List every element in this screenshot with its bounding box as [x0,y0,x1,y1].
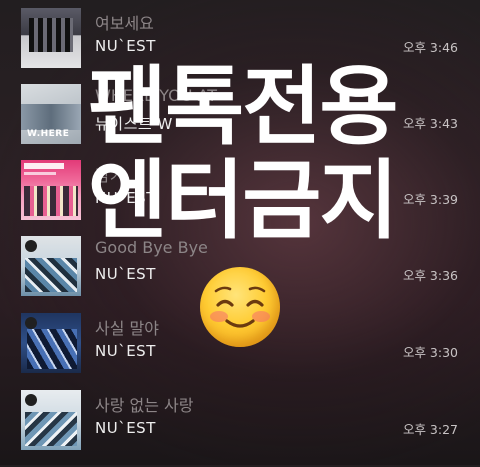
song-row[interactable]: Good Bye Bye NU`EST 오후 3:36 [0,236,480,313]
album-cover [21,390,81,450]
song-time: 오후 3:27 [402,422,458,437]
song-row[interactable]: 여보세요 NU`EST 오후 3:46 [0,8,480,85]
logo-icon [25,394,37,406]
song-time: 오후 3:46 [402,40,458,55]
song-artist: NU`EST [95,189,156,207]
logo-icon [25,317,37,329]
song-title: Good Bye Bye [95,238,208,257]
song-artist: NU`EST [95,342,156,360]
song-artist: NU`EST [95,419,156,437]
song-artist: NU`EST [95,265,156,283]
album-cover: W.HERE [21,84,81,144]
song-time: 오후 3:36 [402,268,458,283]
song-title: 여보세요 [95,14,154,33]
song-row[interactable]: 사실 말야 NU`EST 오후 3:30 [0,313,480,390]
song-artist: 뉴이스트 W [95,115,173,133]
song-history-list: 여보세요 NU`EST 오후 3:46 W.HERE WHERE YOU AT … [0,0,480,465]
song-title: 감기 [95,166,125,185]
logo-icon [25,240,37,252]
song-title: 사랑 없는 사랑 [95,396,194,415]
album-cover [21,8,81,68]
song-time: 오후 3:30 [402,345,458,360]
song-time: 오후 3:43 [402,116,458,131]
song-title: 사실 말야 [95,319,159,338]
song-row[interactable]: 사랑 없는 사랑 NU`EST 오후 3:27 [0,390,480,467]
song-row[interactable]: W.HERE WHERE YOU AT 뉴이스트 W 오후 3:43 [0,84,480,161]
song-row[interactable]: 감기 NU`EST 오후 3:39 [0,160,480,237]
album-cover [21,160,81,220]
song-artist: NU`EST [95,37,156,55]
song-title: WHERE YOU AT [95,86,218,105]
album-cover [21,236,81,296]
album-cover-text: W.HERE [27,129,70,139]
album-cover [21,313,81,373]
song-time: 오후 3:39 [402,192,458,207]
